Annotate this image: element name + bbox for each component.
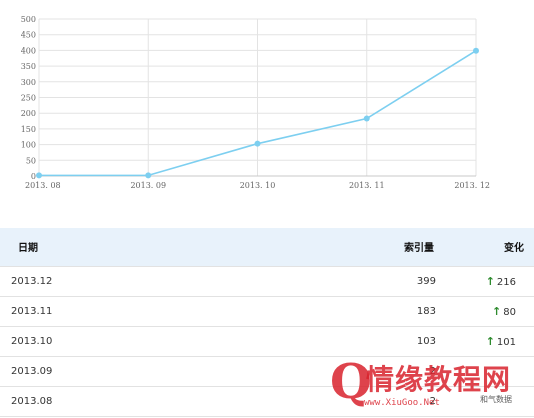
table-row: 2013.12 399 ↑ 216 bbox=[0, 265, 534, 296]
cell-change: ↑ 216 bbox=[436, 265, 534, 296]
y-tick-label: 200 bbox=[21, 109, 36, 118]
chart-grid bbox=[38, 18, 477, 177]
cell-change: ↑ 101 bbox=[436, 325, 534, 356]
data-point bbox=[254, 140, 261, 147]
data-point bbox=[145, 172, 152, 179]
table-row: 2013.08 2 bbox=[0, 385, 534, 417]
header-change: 变化 bbox=[504, 243, 524, 255]
up-arrow-icon: ↑ bbox=[485, 274, 495, 288]
change-value: 216 bbox=[496, 276, 516, 288]
data-point bbox=[363, 115, 370, 122]
table-header-row: 日期 索引量 变化 bbox=[0, 228, 534, 266]
cell-change: ↑ 80 bbox=[436, 295, 534, 326]
y-tick-label: 400 bbox=[21, 46, 36, 55]
cell-index: 183 bbox=[268, 295, 436, 326]
cell-change bbox=[436, 385, 534, 417]
cell-date: 2013.10 bbox=[0, 325, 268, 356]
y-tick-label: 100 bbox=[21, 141, 36, 150]
x-tick-label: 2013. 09 bbox=[130, 181, 166, 190]
y-tick-label: 0 bbox=[31, 172, 36, 181]
y-tick-label: 450 bbox=[21, 31, 36, 40]
index-table: 日期 索引量 变化 2013.12 399 ↑ 216 2013.11 183 ↑… bbox=[0, 228, 534, 417]
x-tick-label: 2013. 10 bbox=[240, 181, 276, 190]
x-tick-label: 2013. 11 bbox=[349, 181, 385, 190]
cell-date: 2013.09 bbox=[0, 355, 268, 386]
change-value: 80 bbox=[503, 306, 516, 318]
y-tick-label: 150 bbox=[21, 125, 36, 134]
cell-index: 399 bbox=[268, 265, 436, 296]
cell-change bbox=[436, 355, 534, 386]
y-tick-label: 350 bbox=[21, 62, 36, 71]
table-row: 2013.11 183 ↑ 80 bbox=[0, 295, 534, 326]
y-tick-label: 300 bbox=[21, 78, 36, 87]
index-line-chart: 050100150200250300350400450500 2013. 08 2… bbox=[21, 15, 490, 190]
cell-index: 103 bbox=[268, 325, 436, 356]
y-tick-label: 250 bbox=[21, 94, 36, 103]
x-tick-label: 2013. 12 bbox=[454, 181, 490, 190]
x-tick-label: 2013. 08 bbox=[25, 181, 61, 190]
y-tick-label: 50 bbox=[26, 156, 36, 165]
cell-date: 2013.11 bbox=[0, 295, 268, 326]
header-index: 索引量 bbox=[404, 243, 434, 255]
y-tick-label: 500 bbox=[21, 15, 36, 24]
change-value: 101 bbox=[496, 336, 516, 348]
up-arrow-icon: ↑ bbox=[485, 334, 495, 348]
cell-index: 2 bbox=[268, 385, 436, 417]
up-arrow-icon: ↑ bbox=[492, 304, 502, 318]
cell-date: 2013.08 bbox=[0, 385, 268, 417]
table-row: 2013.09 2 bbox=[0, 355, 534, 386]
y-axis: 0 50 100 150 200 250 300 350 400 450 500 bbox=[21, 15, 36, 181]
cell-index: 2 bbox=[268, 355, 436, 386]
table-row: 2013.10 103 ↑ 101 bbox=[0, 325, 534, 356]
header-date: 日期 bbox=[18, 243, 38, 255]
data-point bbox=[36, 172, 42, 179]
cell-date: 2013.12 bbox=[0, 265, 268, 296]
data-point bbox=[473, 47, 479, 54]
x-axis: 2013. 08 2013. 09 2013. 10 2013. 11 2013. 12 bbox=[25, 175, 490, 190]
